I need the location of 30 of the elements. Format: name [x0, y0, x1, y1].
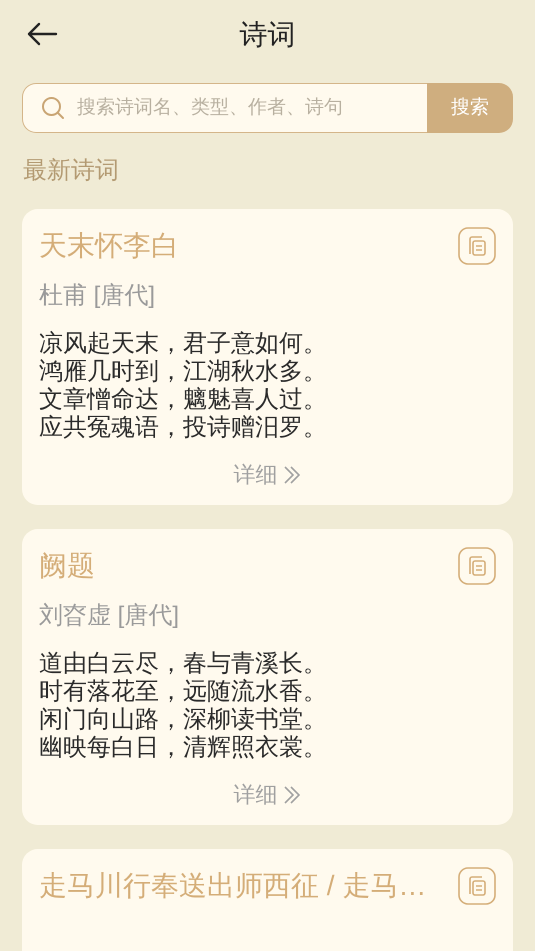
copy-icon[interactable]: [458, 867, 496, 905]
poem-author: 刘昚虚 [唐代]: [39, 601, 180, 631]
poem-line: 时有落花至，远随流水香。: [39, 678, 328, 706]
poem-title: 阙题: [39, 549, 95, 583]
search-field[interactable]: 搜索诗词名、类型、作者、诗句: [22, 83, 427, 133]
search-input[interactable]: 搜索诗词名、类型、作者、诗句: [77, 94, 427, 122]
double-chevron-icon: [282, 464, 302, 484]
poem-line: 凉风起天末，君子意如何。: [39, 330, 328, 358]
section-title: 最新诗词: [23, 156, 120, 186]
poem-line: 道由白云尽，春与青溪长。: [39, 650, 328, 678]
poem-title: 走马川行奉送出师西征 / 走马…: [39, 869, 426, 903]
poem-author: 杜甫 [唐代]: [39, 281, 156, 311]
page-title: 诗词: [240, 18, 296, 52]
details-link[interactable]: 详细: [234, 458, 302, 491]
poem-line: 文章憎命达，魑魅喜人过。: [39, 386, 328, 414]
search-button[interactable]: 搜索: [427, 83, 513, 133]
poem-line: 鸿雁几时到，江湖秋水多。: [39, 358, 328, 386]
poem-card[interactable]: 走马川行奉送出师西征 / 走马…: [22, 849, 513, 951]
double-chevron-icon: [282, 784, 302, 804]
poem-line: 闲门向山路，深柳读书堂。: [39, 706, 328, 734]
poem-title: 天末怀李白: [39, 229, 179, 263]
poem-card[interactable]: 阙题 刘昚虚 [唐代] 道由白云尽，春与青溪长。 时有落花至，远随流水香。 闲门向山路，深柳读书堂。 幽映每白日，清辉照衣裳。 详细: [22, 529, 513, 825]
poem-line: 幽映每白日，清辉照衣裳。: [39, 734, 328, 762]
poem-card[interactable]: 天末怀李白 杜甫 [唐代] 凉风起天末，君子意如何。 鸿雁几时到，江湖秋水多。 文章憎命达，魑魅喜人过。 应共冤魂语，投诗赠汨罗。 详细: [22, 209, 513, 505]
back-icon[interactable]: [26, 22, 58, 46]
search-icon: [41, 96, 65, 120]
copy-icon[interactable]: [458, 547, 496, 585]
details-link[interactable]: 详细: [234, 778, 302, 811]
poem-line: 应共冤魂语，投诗赠汨罗。: [39, 414, 328, 442]
copy-icon[interactable]: [458, 227, 496, 265]
